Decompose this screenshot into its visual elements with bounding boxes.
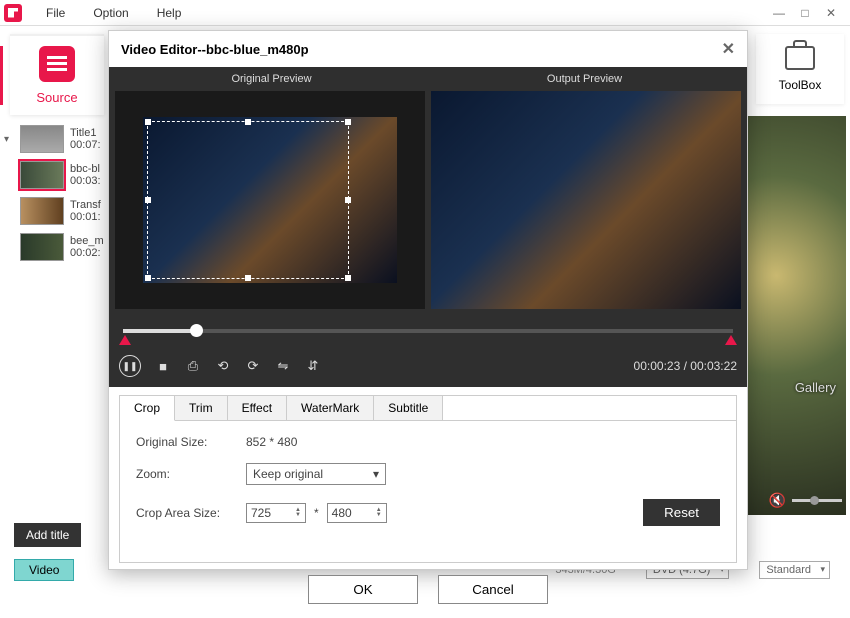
trim-end-marker[interactable] [725,335,737,345]
volume-control[interactable]: 🔇 [769,492,842,509]
output-preview [431,91,741,309]
gallery-label: Gallery [795,380,836,395]
app-icon [4,4,22,22]
toolbox-icon [785,46,815,70]
source-tab[interactable]: Source [10,34,104,115]
stop-button[interactable]: ■ [155,359,171,374]
timeline [109,315,747,349]
output-preview-label: Output Preview [428,67,741,91]
pause-button[interactable]: ❚❚ [119,355,141,377]
original-preview-label: Original Preview [115,67,428,91]
right-panel: ToolBox Gallery 🔇 [750,26,850,555]
video-chip[interactable]: Video [14,559,74,581]
toolbox-label: ToolBox [756,78,844,92]
clip-row[interactable]: bee_m00:02: [0,231,110,267]
expand-icon[interactable]: ▾ [4,134,14,145]
editor-tabs: Crop Trim Effect WaterMark Subtitle [120,396,736,421]
volume-slider[interactable] [792,499,842,502]
tab-watermark[interactable]: WaterMark [287,396,374,420]
clip-time: 00:07: [70,139,101,151]
spinner-icon[interactable]: ▲▼ [295,508,301,518]
clip-time: 00:02: [70,247,104,259]
left-panel: Source ▾ Title100:07: bbc-bl00:03: Trans… [0,26,110,585]
crop-size-label: Crop Area Size: [136,506,246,520]
toolbox-tab[interactable]: ToolBox [756,34,844,104]
maximize-button[interactable]: □ [798,6,812,20]
dialog-title: Video Editor--bbc-blue_m480p [121,42,309,57]
original-size-label: Original Size: [136,435,246,449]
tab-effect[interactable]: Effect [228,396,287,420]
reset-button[interactable]: Reset [643,499,720,526]
clip-row[interactable]: ▾ Title100:07: [0,123,110,159]
playback-controls: ❚❚ ■ ⎙ ⟲ ⟳ ⇋ ⇵ 00:00:23 / 00:03:22 [109,349,747,387]
menu-option[interactable]: Option [79,6,142,20]
original-size-value: 852 * 480 [246,435,297,449]
clip-name: bee_m [70,235,104,247]
editor-tabs-panel: Crop Trim Effect WaterMark Subtitle Orig… [119,395,737,563]
clip-name: Title1 [70,127,101,139]
tab-crop[interactable]: Crop [120,396,175,421]
crop-selection[interactable] [147,121,349,279]
minimize-button[interactable]: — [772,6,786,20]
crop-width-input[interactable]: 725 ▲▼ [246,503,306,523]
source-icon [39,46,75,82]
clip-list: ▾ Title100:07: bbc-bl00:03: Transf00:01:… [0,123,110,267]
zoom-label: Zoom: [136,467,246,481]
speaker-icon[interactable]: 🔇 [769,492,786,509]
clip-thumb[interactable] [20,197,64,225]
preview-area: Original Preview Output Preview [109,67,747,315]
crop-form: Original Size: 852 * 480 Zoom: Keep orig… [120,421,736,554]
add-title-button[interactable]: Add title [14,523,81,547]
cancel-button[interactable]: Cancel [438,575,548,604]
clip-row[interactable]: bbc-bl00:03: [0,159,110,195]
menu-file[interactable]: File [32,6,79,20]
clip-name: Transf [70,199,101,211]
window-controls: — □ ✕ [772,6,846,20]
time-display: 00:00:23 / 00:03:22 [634,359,737,373]
dialog-titlebar: Video Editor--bbc-blue_m480p ✕ [109,31,747,67]
clip-thumb[interactable] [20,161,64,189]
clip-thumb[interactable] [20,125,64,153]
snapshot-button[interactable]: ⎙ [185,358,201,374]
clip-time: 00:01: [70,211,101,223]
clip-row[interactable]: Transf00:01: [0,195,110,231]
rotate-left-button[interactable]: ⟲ [215,358,231,374]
menu-help[interactable]: Help [143,6,196,20]
clip-name: bbc-bl [70,163,101,175]
quality-select[interactable]: Standard [759,561,830,579]
clip-thumb[interactable] [20,233,64,261]
flip-vertical-button[interactable]: ⇵ [305,358,321,374]
ok-button[interactable]: OK [308,575,418,604]
tab-subtitle[interactable]: Subtitle [374,396,443,420]
spinner-icon[interactable]: ▲▼ [376,508,382,518]
clip-time: 00:03: [70,175,101,187]
menubar: File Option Help — □ ✕ [0,0,850,26]
dialog-footer: OK Cancel [109,563,747,618]
video-editor-dialog: Video Editor--bbc-blue_m480p ✕ Original … [108,30,748,570]
dialog-close-button[interactable]: ✕ [722,39,735,59]
trim-start-marker[interactable] [119,335,131,345]
source-label: Source [10,90,104,105]
flip-horizontal-button[interactable]: ⇋ [275,358,291,374]
rotate-right-button[interactable]: ⟳ [245,358,261,374]
zoom-select[interactable]: Keep original [246,463,386,485]
crop-separator: * [314,506,319,520]
close-button[interactable]: ✕ [824,6,838,20]
crop-height-input[interactable]: 480 ▲▼ [327,503,387,523]
original-preview[interactable] [115,91,425,309]
tab-trim[interactable]: Trim [175,396,228,420]
seek-slider[interactable] [123,329,733,333]
